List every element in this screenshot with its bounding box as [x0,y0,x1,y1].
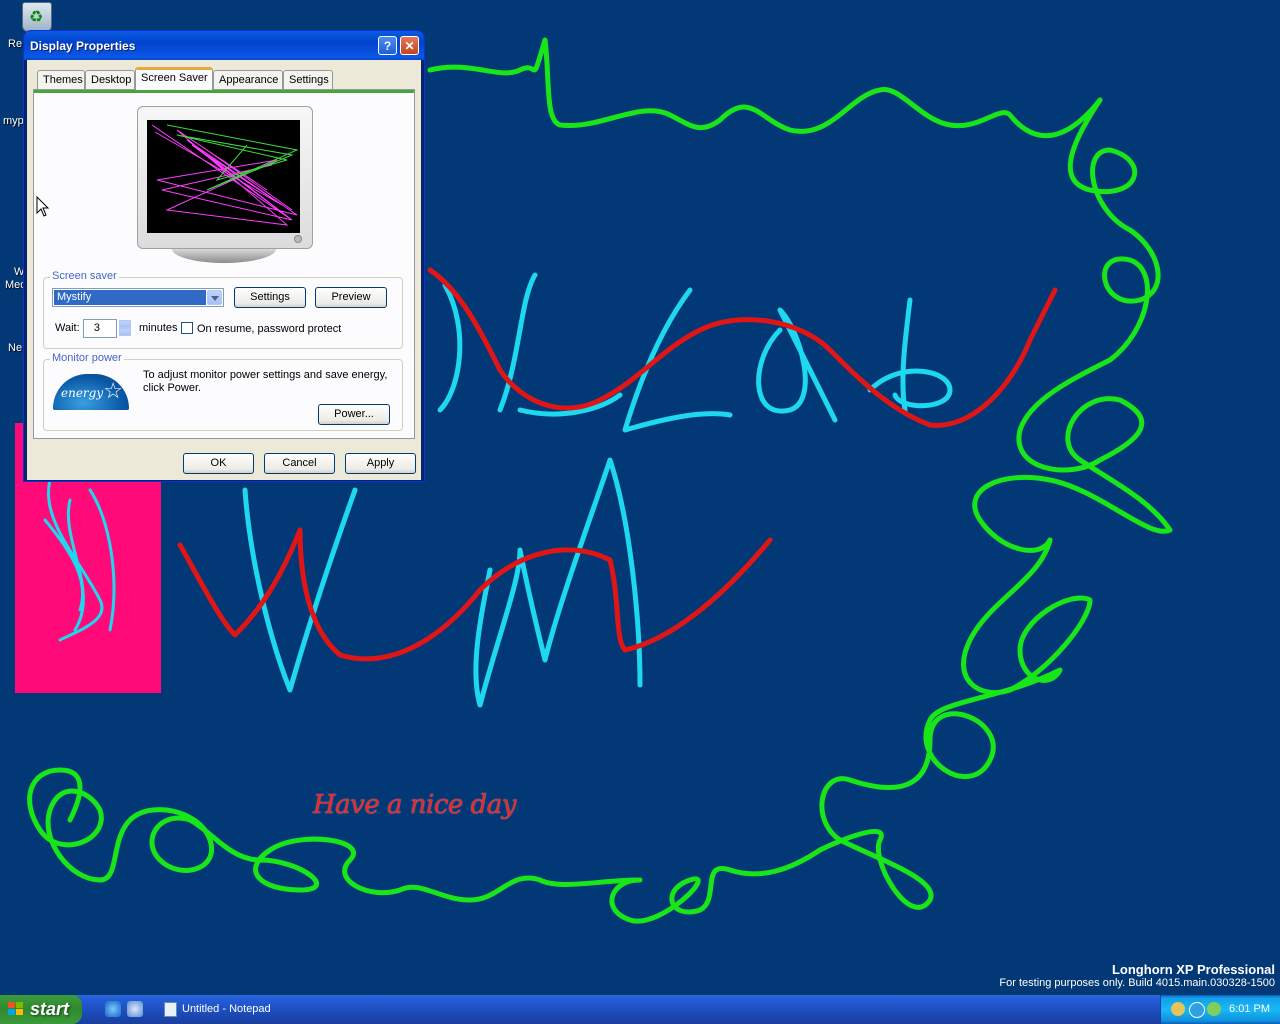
dialog-client-area: Themes Desktop Screen Saver Appearance S… [27,60,421,480]
recycle-bin-icon[interactable]: ♻ [22,2,52,32]
green-scribble-top [427,37,1103,139]
windows-flag-icon [8,1002,24,1017]
start-label: start [30,999,70,1019]
drawn-text-nice-day: Have a nice day [313,790,516,820]
star-icon: ☆ [103,378,123,403]
version-title: Longhorn XP Professional [1111,962,1275,977]
green-scribble-right [972,97,1173,553]
tab-appearance[interactable]: Appearance [213,70,283,89]
clock[interactable]: 6:01 PM [1229,1003,1270,1015]
version-watermark: Longhorn XP Professional For testing pur… [999,962,1275,989]
taskbar-item-notepad[interactable]: Untitled - Notepad [160,997,330,1022]
spin-down-icon[interactable] [119,328,131,336]
red-scribble-top [427,267,1058,428]
screen-saver-panel: Screen saver Mystify Settings Preview Wa… [33,89,415,439]
energy-logo-text: energy [61,386,104,400]
password-protect-label[interactable]: On resume, password protect [197,323,341,335]
screen-saver-group: Screen saver Mystify Settings Preview Wa… [43,270,403,349]
desktop-icon-label-network[interactable]: Ne [8,342,22,354]
tray-network-icon[interactable] [1189,1002,1205,1018]
mystify-preview-icon [151,124,299,226]
screen-saver-select[interactable]: Mystify [52,288,224,307]
tab-themes[interactable]: Themes [37,70,85,89]
start-button[interactable]: start [0,995,82,1024]
preview-button[interactable]: Preview [315,287,387,308]
monitor-preview [137,106,313,249]
cyan-scribble-letters-top [437,272,953,433]
tab-settings[interactable]: Settings [283,70,333,89]
mouse-cursor-icon [36,196,50,217]
spin-up-icon[interactable] [119,320,131,328]
show-desktop-icon[interactable] [127,1001,143,1017]
ok-button[interactable]: OK [183,453,254,474]
desktop-icon-label-mypc[interactable]: myp [3,115,24,127]
notepad-icon [164,1002,177,1017]
internet-explorer-icon[interactable] [105,1001,121,1017]
close-button[interactable]: ✕ [400,36,419,55]
cancel-button[interactable]: Cancel [264,453,335,474]
monitor-power-group-label: Monitor power [50,352,124,364]
title-bar[interactable]: Display Properties ? ✕ [24,31,424,60]
screen-saver-preview [147,120,300,233]
tray-user-icon[interactable] [1171,1002,1185,1016]
green-scribble-right-lower [817,537,1093,910]
tab-screen-saver[interactable]: Screen Saver [135,67,213,90]
red-scribble-bottom [177,527,773,662]
wait-minutes-input[interactable]: 3 [83,319,117,338]
window-title: Display Properties [30,39,136,53]
chevron-down-icon[interactable] [207,290,222,305]
display-properties-window: Display Properties ? ✕ Themes Desktop Sc… [23,30,425,482]
desktop-icon-label-recycle[interactable]: Re [8,38,22,50]
screen-saver-group-label: Screen saver [50,270,119,282]
monitor-power-description: To adjust monitor power settings and sav… [143,369,388,394]
screen-saver-selected-value: Mystify [54,290,206,305]
monitor-stand [172,249,276,263]
tab-highlight-bar [34,90,414,93]
taskbar-item-notepad-label: Untitled - Notepad [182,1003,271,1015]
system-tray: 6:01 PM [1160,995,1280,1024]
minutes-label: minutes [139,322,178,334]
tab-desktop[interactable]: Desktop [85,70,135,89]
password-protect-checkbox[interactable] [181,322,193,334]
apply-button[interactable]: Apply [345,453,416,474]
wait-label: Wait: [55,322,80,334]
energy-star-logo: energy ☆ [53,374,129,410]
settings-button[interactable]: Settings [234,287,306,308]
monitor-power-led [294,235,302,243]
taskbar: start Untitled - Notepad 6:01 PM [0,995,1280,1024]
monitor-power-group: Monitor power energy ☆ To adjust monitor… [43,352,403,431]
power-button[interactable]: Power... [318,404,390,425]
version-subtitle: For testing purposes only. Build 4015.ma… [999,977,1275,989]
help-button[interactable]: ? [378,36,397,55]
tray-security-icon[interactable] [1207,1002,1221,1016]
